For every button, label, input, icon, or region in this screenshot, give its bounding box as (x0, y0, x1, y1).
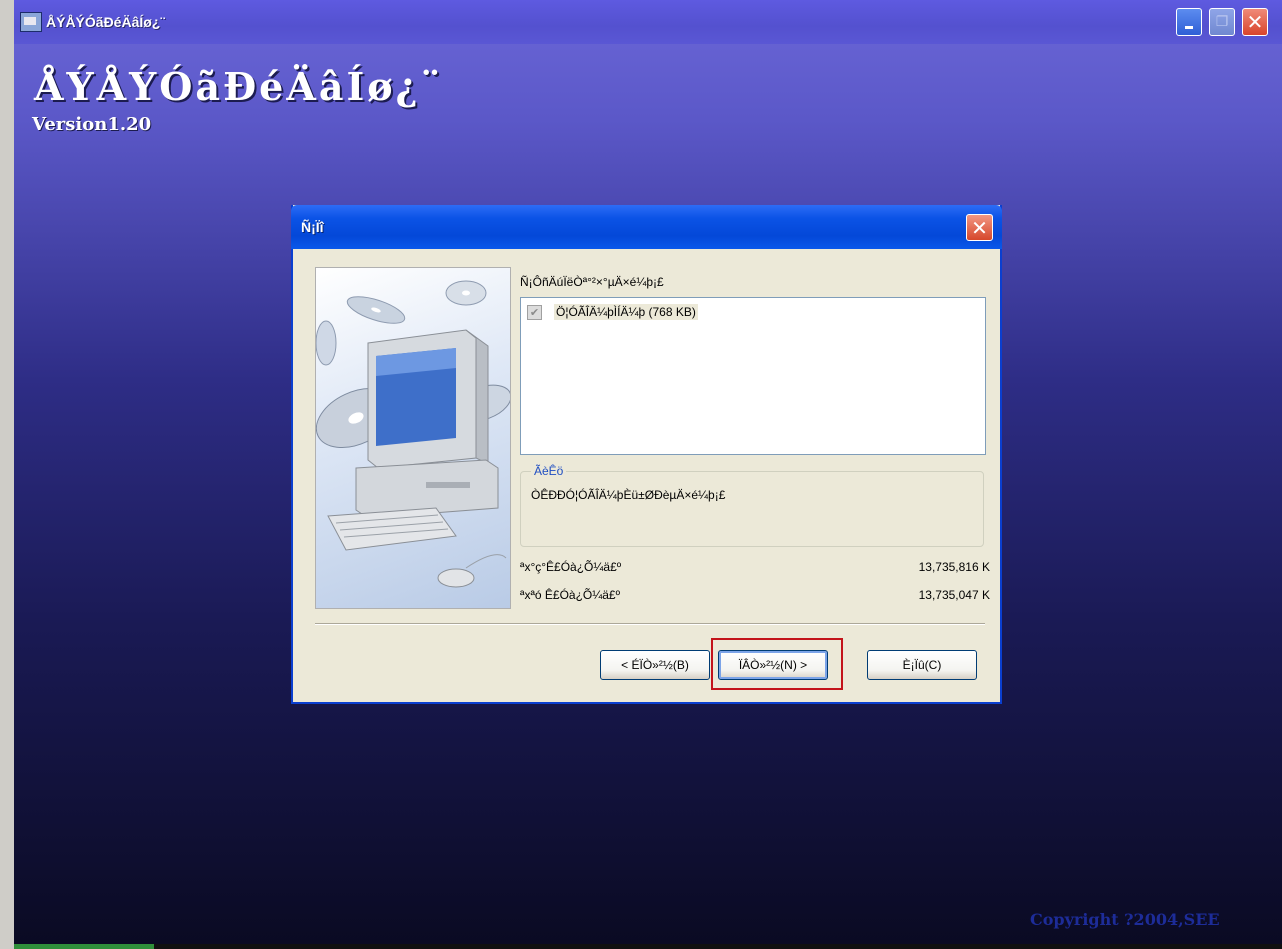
cancel-button[interactable]: È¡Ïû(C) (867, 650, 977, 680)
computer-cd-illustration-icon (316, 280, 510, 588)
space-required-row: ªx°ç°Ê£Óà¿Õ¼ä£º 13,735,816 K (520, 560, 990, 576)
space-required-label: ªx°ç°Ê£Óà¿Õ¼ä£º (520, 560, 622, 574)
copyright-text: Copyright ?2004,SEE (1030, 910, 1220, 929)
back-button[interactable]: < ÉÏÒ»²½(B) (600, 650, 710, 680)
checkmark-icon: ✔ (529, 305, 540, 319)
close-icon: ✕ (1246, 10, 1264, 34)
wizard-computer-illustration (315, 267, 511, 609)
desktop-edge (0, 0, 14, 949)
installer-app-icon (20, 12, 42, 32)
description-legend: ÃèÊö (531, 464, 567, 478)
maximize-button: ❐ (1209, 8, 1235, 36)
taskbar-strip (14, 944, 1282, 949)
space-available-row: ªxªó Ê£Óà¿Õ¼ä£º 13,735,047 K (520, 588, 990, 604)
description-groupbox: ÃèÊö ÒÊÐÐÓ¦ÓÃÎÄ¼þÈü±ØÐèµÄ×é¼þ¡£ (520, 464, 984, 547)
minimize-button[interactable] (1176, 8, 1202, 36)
options-dialog: Ñ¡Ïî ✕ Ñ¡ÔñÄúÏëÒª°²×°µÄ×é¼þ¡£ ✔ Ö¦ÓÃÎÄ¼þ… (291, 205, 1002, 704)
dialog-title: Ñ¡Ïî (301, 219, 324, 235)
button-separator (315, 623, 985, 625)
components-listbox[interactable]: ✔ Ö¦ÓÃÎÄ¼þÌÍÄ¼þ (768 KB) (520, 297, 986, 455)
space-required-value: 13,735,816 K (918, 560, 990, 574)
description-text: ÒÊÐÐÓ¦ÓÃÎÄ¼þÈü±ØÐèµÄ×é¼þ¡£ (531, 488, 726, 502)
window-title: ÅÝÅÝÓãÐéÄâÍø¿¨ (46, 14, 166, 30)
component-label: Ö¦ÓÃÎÄ¼þÌÍÄ¼þ (768 KB) (554, 304, 698, 320)
close-button[interactable]: ✕ (1242, 8, 1268, 36)
component-checkbox[interactable]: ✔ (527, 304, 542, 320)
next-button-highlight-box (711, 638, 843, 690)
list-item[interactable]: ✔ Ö¦ÓÃÎÄ¼þÌÍÄ¼þ (768 KB) (527, 304, 698, 320)
window-titlebar[interactable]: ÅÝÅÝÓãÐéÄâÍø¿¨ ❐ ✕ (14, 0, 1282, 44)
app-title: ÅÝÅÝÓãÐéÄâÍø¿¨ (34, 64, 443, 109)
dialog-titlebar[interactable]: Ñ¡Ïî ✕ (291, 205, 1002, 249)
space-available-label: ªxªó Ê£Óà¿Õ¼ä£º (520, 588, 620, 602)
space-available-value: 13,735,047 K (918, 588, 990, 602)
instruction-text: Ñ¡ÔñÄúÏëÒª°²×°µÄ×é¼þ¡£ (520, 275, 664, 289)
dialog-close-button[interactable]: ✕ (966, 214, 993, 241)
version-label: Version1.20 (32, 114, 152, 135)
maximize-icon: ❐ (1215, 14, 1229, 30)
minimize-icon (1185, 25, 1193, 29)
close-icon: ✕ (971, 215, 988, 240)
